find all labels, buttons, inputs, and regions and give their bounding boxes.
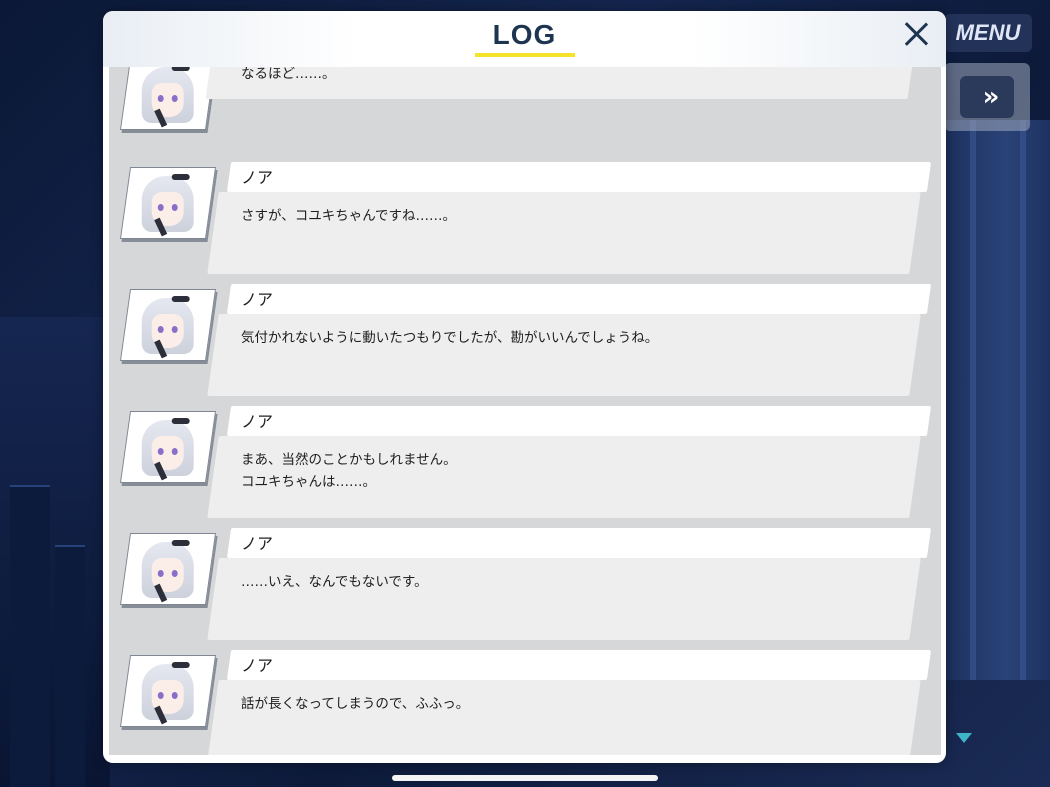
log-entry: ノア気付かれないように動いたつもりでしたが、勘がいいんでしょうね。 (109, 284, 941, 401)
message-text: 話が長くなってしまうので、ふふっ。 (241, 693, 469, 715)
speaker-name: ノア (241, 656, 274, 675)
log-dialog: LOG なるほど……。 ノア さすが、コユキちゃんですね……。 ノア 気付かれないよう… (103, 11, 946, 763)
message-line: なるほど……。 (241, 67, 336, 82)
character-portrait (119, 289, 217, 361)
speaker-name: ノア (241, 534, 274, 553)
message-line: まあ、当然のことかもしれません。 (241, 452, 457, 468)
background-pillar (970, 120, 976, 680)
character-portrait (119, 167, 217, 239)
log-header: LOG (103, 11, 946, 67)
message-line: 気付かれないように動いたつもりでしたが、勘がいいんでしょうね。 (241, 330, 659, 346)
message-line: さすが、コユキちゃんですね……。 (241, 208, 457, 224)
message-text: さすが、コユキちゃんですね……。 (241, 205, 456, 227)
character-portrait (119, 67, 217, 130)
message-box (207, 680, 921, 755)
log-title: LOG (492, 19, 557, 50)
message-text: ……いえ、なんでもないです。 (241, 571, 428, 593)
log-entry: ノア話が長くなってしまうので、ふふっ。 (109, 650, 941, 755)
speaker-name: ノア (241, 412, 274, 431)
background-window (940, 120, 1050, 680)
name-bar (226, 406, 932, 436)
background-building (10, 485, 50, 787)
message-text: 気付かれないように動いたつもりでしたが、勘がいいんでしょうね。 (241, 327, 658, 349)
name-bar (226, 162, 932, 192)
message-line: ……いえ、なんでもないです。 (241, 574, 428, 590)
background-city (0, 317, 110, 787)
background-pillar (1020, 120, 1026, 680)
log-entry: ノアさすが、コユキちゃんですね……。 (109, 162, 941, 279)
speaker-name: ノア (241, 290, 274, 309)
menu-button[interactable]: MENU (944, 14, 1032, 52)
name-bar (226, 528, 932, 558)
log-entry: ノアまあ、当然のことかもしれません。 コユキちゃんは……。 (109, 406, 941, 523)
message-text: まあ、当然のことかもしれません。 コユキちゃんは……。 (241, 449, 457, 493)
log-list[interactable]: なるほど……。 ノア さすが、コユキちゃんですね……。 ノア 気付かれないように動いた… (109, 67, 941, 755)
home-indicator[interactable] (392, 775, 658, 781)
speaker-name: ノア (241, 168, 274, 187)
close-icon[interactable] (899, 17, 933, 51)
log-entry: ノア ……いえ、なんでもないです。 (109, 528, 941, 645)
character-portrait (119, 411, 217, 483)
log-entry: なるほど……。 (109, 67, 941, 130)
message-text: なるほど……。 (241, 67, 336, 85)
scroll-down-arrow-icon[interactable] (956, 733, 972, 743)
name-bar (226, 650, 932, 680)
character-portrait (119, 655, 217, 727)
message-line: 話が長くなってしまうので、ふふっ。 (241, 696, 470, 712)
message-line: コユキちゃんは……。 (241, 474, 376, 490)
character-portrait (119, 533, 217, 605)
background-building (55, 545, 85, 787)
name-bar (226, 284, 932, 314)
fast-forward-button[interactable]: » (960, 76, 1014, 118)
title-underline (475, 53, 575, 57)
